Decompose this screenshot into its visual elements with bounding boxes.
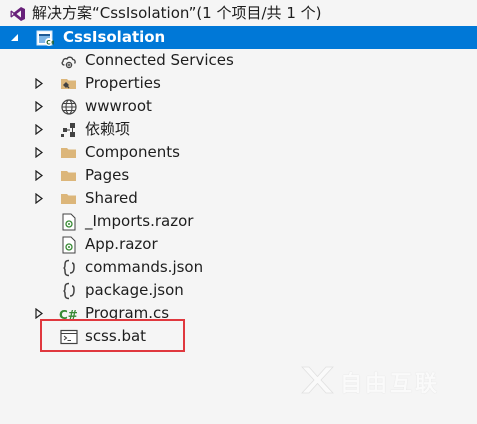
collapsed-arrow-icon[interactable] [33,141,45,164]
item-label: App.razor [85,235,158,253]
solution-node[interactable]: 解决方案“CssIsolation”(1 个项目/共 1 个) [0,2,477,25]
tree-item-components[interactable]: Components [0,141,477,164]
dependencies-icon [60,121,78,139]
tree-item-package-json[interactable]: package.json [0,279,477,302]
watermark-logo-icon [300,365,334,399]
collapsed-arrow-icon[interactable] [33,164,45,187]
tree-item-commands-json[interactable]: commands.json [0,256,477,279]
svg-text:C#: C# [46,39,54,46]
expanded-arrow-icon[interactable] [8,26,20,49]
tree-item-imports-razor[interactable]: _Imports.razor [0,210,477,233]
tree-item-wwwroot[interactable]: wwwroot [0,95,477,118]
collapsed-arrow-icon[interactable] [33,187,45,210]
tree-item-pages[interactable]: Pages [0,164,477,187]
folder-icon [60,190,78,208]
project-node-cssisolation[interactable]: C# CssIsolation [0,26,477,49]
collapsed-arrow-icon[interactable] [33,72,45,95]
item-label: Components [85,143,180,161]
project-label: CssIsolation [63,28,166,46]
item-label: Pages [85,166,130,184]
item-label: _Imports.razor [85,212,194,230]
item-label: Properties [85,74,161,92]
razor-file-icon [60,213,78,231]
solution-label: 解决方案“CssIsolation”(1 个项目/共 1 个) [32,4,322,22]
json-file-icon [60,282,78,300]
tree-item-properties[interactable]: Properties [0,72,477,95]
visual-studio-solution-icon [9,5,27,23]
item-label: package.json [85,281,184,299]
tree-item-shared[interactable]: Shared [0,187,477,210]
properties-folder-icon [60,75,78,93]
collapsed-arrow-icon[interactable] [33,118,45,141]
item-label: Shared [85,189,138,207]
item-label: commands.json [85,258,204,276]
connected-services-icon [60,52,78,70]
folder-icon [60,144,78,162]
json-file-icon [60,259,78,277]
item-label: Connected Services [85,51,234,69]
watermark: 自由互联 [300,362,470,402]
globe-icon [60,98,78,116]
tree-item-connected-services[interactable]: Connected Services [0,49,477,72]
highlight-box [40,319,185,352]
tree-item-app-razor[interactable]: App.razor [0,233,477,256]
item-label: wwwroot [85,97,152,115]
item-label: 依赖项 [85,120,131,138]
folder-icon [60,167,78,185]
razor-file-icon [60,236,78,254]
tree-item-dependencies[interactable]: 依赖项 [0,118,477,141]
watermark-text: 自由互联 [340,372,441,397]
collapsed-arrow-icon[interactable] [33,95,45,118]
csharp-project-icon: C# [36,29,54,47]
